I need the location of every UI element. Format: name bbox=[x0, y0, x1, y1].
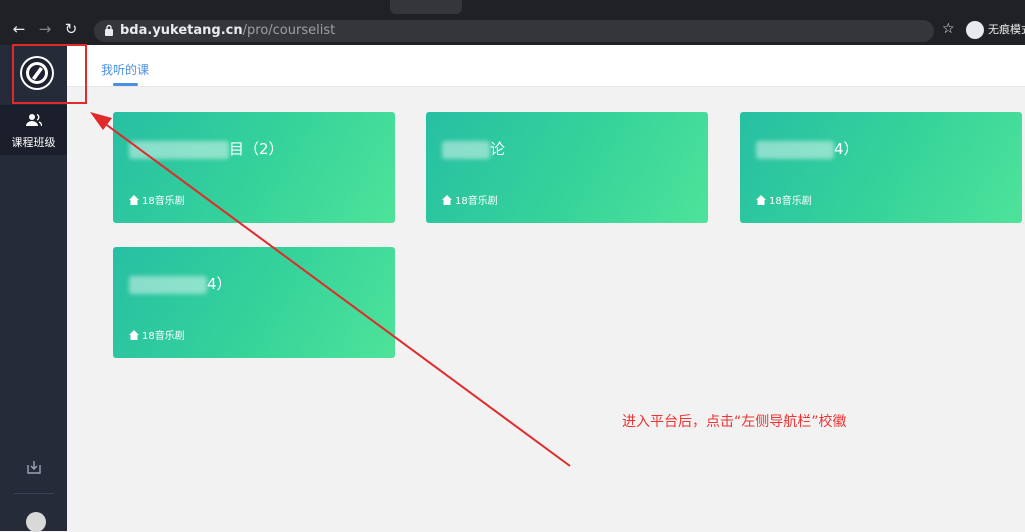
pointer-arrow bbox=[90, 112, 571, 467]
annotation-text: 进入平台后，点击“左侧导航栏”校徽 bbox=[622, 414, 847, 430]
